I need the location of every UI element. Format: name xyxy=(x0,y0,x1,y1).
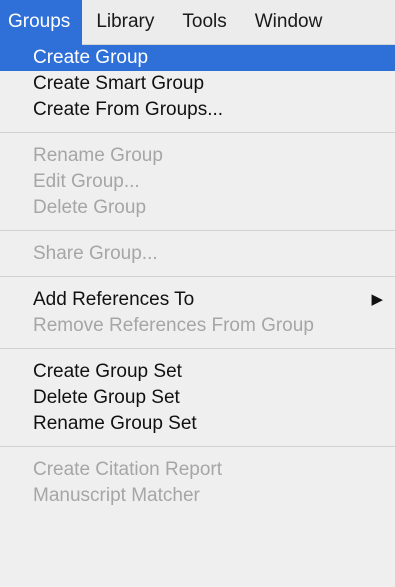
menu-separator xyxy=(0,446,395,447)
menu-separator xyxy=(0,348,395,349)
groups-dropdown-menu: Create Group Create Smart Group Create F… xyxy=(0,45,395,587)
menu-item-label: Add References To xyxy=(33,289,195,310)
menu-item-create-smart-group[interactable]: Create Smart Group xyxy=(0,71,395,97)
menu-separator xyxy=(0,276,395,277)
menu-item-manuscript-matcher: Manuscript Matcher xyxy=(33,485,200,506)
menu-item-share-group: Share Group... xyxy=(33,243,158,264)
submenu-arrow-icon: ▶ xyxy=(371,291,383,308)
menu-item-create-citation-report: Create Citation Report xyxy=(33,459,223,480)
menubar-library[interactable]: Library xyxy=(82,0,168,45)
menu-separator xyxy=(0,230,395,231)
menu-group-share: Share Group... xyxy=(0,241,395,267)
menu-item-create-group-set[interactable]: Create Group Set xyxy=(0,359,395,385)
menu-item-create-from-groups[interactable]: Create From Groups... xyxy=(0,97,395,123)
menu-item-edit-group: Edit Group... xyxy=(33,171,140,192)
menu-item-create-group[interactable]: Create Group xyxy=(0,45,395,71)
menu-bar: Groups Library Tools Window xyxy=(0,0,395,45)
menu-group-references: Add References To ▶ Remove References Fr… xyxy=(0,287,395,339)
menu-item-delete-group: Delete Group xyxy=(33,197,147,218)
menu-group-reports: Create Citation Report Manuscript Matche… xyxy=(0,457,395,509)
menu-separator xyxy=(0,132,395,133)
menu-item-add-references-to[interactable]: Add References To ▶ xyxy=(0,287,395,313)
menubar-window[interactable]: Window xyxy=(241,0,323,45)
menu-group-group-set: Create Group Set Delete Group Set Rename… xyxy=(0,359,395,437)
menu-item-delete-group-set[interactable]: Delete Group Set xyxy=(0,385,395,411)
menu-item-remove-references-from-group: Remove References From Group xyxy=(33,315,314,336)
menu-group-edit: Rename Group Edit Group... Delete Group xyxy=(0,143,395,221)
menubar-tools[interactable]: Tools xyxy=(168,0,240,45)
menubar-groups[interactable]: Groups xyxy=(0,0,83,45)
menu-group-create: Create Group Create Smart Group Create F… xyxy=(0,45,395,123)
menu-item-rename-group-set[interactable]: Rename Group Set xyxy=(0,411,395,437)
menu-item-rename-group: Rename Group xyxy=(33,145,163,166)
